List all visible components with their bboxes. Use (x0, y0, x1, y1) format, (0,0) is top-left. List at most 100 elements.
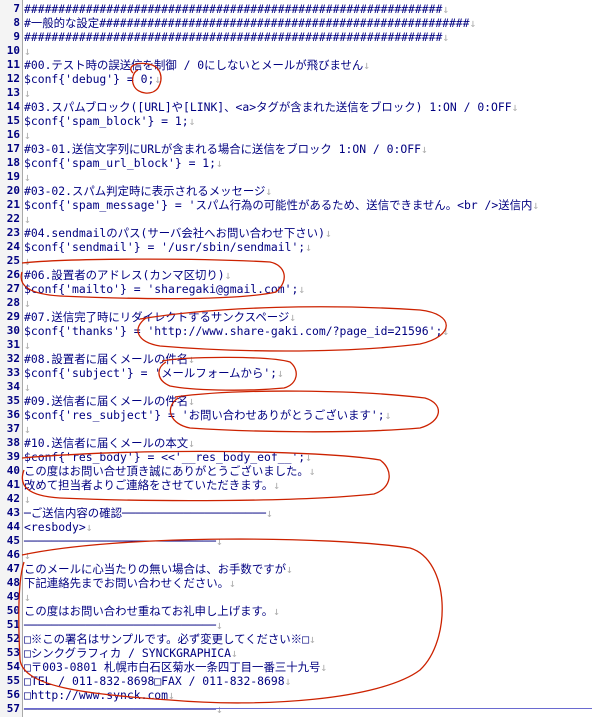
line-text: #一般的な設定#################################… (24, 16, 476, 30)
code-line[interactable]: 7 #######################################… (0, 2, 592, 16)
line-number: 19 (6, 170, 20, 183)
code-line[interactable]: 45 ────────────────────────────↓ (0, 534, 592, 548)
line-text: <resbody>↓ (24, 520, 93, 534)
code-line[interactable]: 32 #08.設置者に届くメールの件名↓ (0, 352, 592, 366)
code-line[interactable]: 31 ↓ (0, 338, 592, 352)
end-of-line-icon: ↓ (168, 688, 175, 702)
code-line[interactable]: 41 改めて担当者よりご連絡をさせていただきます。↓ (0, 478, 592, 492)
end-of-line-icon: ↓ (224, 268, 232, 282)
code-line[interactable]: 30 $conf{'thanks'} = 'http://www.share-ga… (0, 324, 592, 338)
code-line[interactable]: 39 $conf{'res_body'} = <<'__res_body_eof_… (0, 450, 592, 464)
line-number: 20 (6, 184, 20, 197)
line-number: 12 (6, 72, 20, 85)
code-line[interactable]: 26 #06.設置者のアドレス(カンマ区切り)↓ (0, 268, 592, 282)
code-line[interactable]: 9 #######################################… (0, 30, 592, 44)
code-line[interactable]: 29 #07.送信完了時にリダイレクトするサンクスページ↓ (0, 310, 592, 324)
line-number: 55 (6, 674, 20, 687)
code-line[interactable]: 46 ↓ (0, 548, 592, 562)
code-line[interactable]: 52 □※この署名はサンプルです。必ず変更してください※□↓ (0, 632, 592, 646)
code-line[interactable]: 38 #10.送信者に届くメールの本文↓ (0, 436, 592, 450)
code-line[interactable]: 21 $conf{'spam_message'} = 'スパム行為の可能性があるた… (0, 198, 592, 212)
code-line[interactable]: 24 $conf{'sendmail'} = '/usr/sbin/sendmai… (0, 240, 592, 254)
line-content: #07.送信完了時にリダイレクトするサンクスページ (24, 310, 290, 324)
code-line[interactable]: 19 ↓ (0, 170, 592, 184)
code-line[interactable]: 23 #04.sendmailのパス(サーバ会社へお問い合わせ下さい)↓ (0, 226, 592, 240)
line-content: ──────────────────────────── (24, 618, 217, 632)
code-line[interactable]: 49 ↓ (0, 590, 592, 604)
code-line[interactable]: 36 $conf{'res_subject'} = 'お問い合わせありがとうござい… (0, 408, 592, 422)
code-line[interactable]: 14 #03.スパムブロック([URL]や[LINK]、<a>タグが含まれた送信を… (0, 100, 592, 114)
code-line[interactable]: 12 $conf{'debug'} = 0;↓ (0, 72, 592, 86)
end-of-line-icon: ↓ (24, 338, 31, 352)
end-of-line-icon: ↓ (273, 604, 280, 618)
code-line[interactable]: 57 ────────────────────────────↓ (0, 702, 592, 716)
code-line[interactable]: 54 □〒003-0801 札幌市白石区菊水一条四丁目一番三十九号↓ (0, 660, 592, 674)
line-content: □※この署名はサンプルです。必ず変更してください※□ (24, 632, 309, 646)
line-content: #00.テスト時の誤送信を制御 / 0にしないとメールが飛びません (24, 58, 364, 72)
line-number: 34 (6, 380, 20, 393)
code-line[interactable]: 17 #03-01.送信文字列にURLが含まれる場合に送信をブロック 1:ON /… (0, 142, 592, 156)
line-text: ########################################… (24, 2, 449, 16)
end-of-line-icon: ↓ (442, 30, 450, 44)
code-line[interactable]: 55 □TEL / 011-832-8698□FAX / 011-832-8698… (0, 674, 592, 688)
end-of-line-icon: ↓ (532, 198, 540, 212)
line-number: 28 (6, 296, 20, 309)
code-line[interactable]: 40 この度はお問い合せ頂き誠にありがとうございました。↓ (0, 464, 592, 478)
end-of-line-icon: ↓ (24, 422, 31, 436)
text-editor[interactable]: 7 #######################################… (0, 0, 592, 717)
line-content: #一般的な設定#################################… (24, 16, 470, 30)
code-line[interactable]: 11 #00.テスト時の誤送信を制御 / 0にしないとメールが飛びません↓ (0, 58, 592, 72)
code-line[interactable]: 35 #09.送信者に届くメールの件名↓ (0, 394, 592, 408)
code-line[interactable]: 37 ↓ (0, 422, 592, 436)
code-line[interactable]: 27 $conf{'mailto'} = 'sharegaki@gmail.com… (0, 282, 592, 296)
line-text: #10.送信者に届くメールの本文↓ (24, 436, 195, 450)
end-of-line-icon: ↓ (305, 240, 313, 254)
code-line[interactable]: 33 $conf{'subject'} = 'メールフォームから';↓ (0, 366, 592, 380)
line-text: #03-01.送信文字列にURLが含まれる場合に送信をブロック 1:ON / 0… (24, 142, 428, 156)
code-line[interactable]: 44 <resbody>↓ (0, 520, 592, 534)
code-line[interactable]: 48 下記連絡先までお問い合わせください。↓ (0, 576, 592, 590)
line-content: $conf{'sendmail'} = '/usr/sbin/sendmail'… (24, 240, 306, 254)
line-text: $conf{'thanks'} = 'http://www.share-gaki… (24, 324, 449, 338)
code-line[interactable]: 18 $conf{'spam_url_block'} = 1;↓ (0, 156, 592, 170)
line-text: ↓ (24, 338, 31, 352)
code-line[interactable]: 10 ↓ (0, 44, 592, 58)
code-line[interactable]: 51 ────────────────────────────↓ (0, 618, 592, 632)
line-number: 57 (6, 702, 20, 715)
line-number: 11 (6, 58, 20, 71)
code-line[interactable]: 28 ↓ (0, 296, 592, 310)
line-text: #03-02.スパム判定時に表示されるメッセージ↓ (24, 184, 272, 198)
line-content: ──────────────────────────── (24, 702, 217, 716)
end-of-line-icon: ↓ (231, 646, 238, 660)
end-of-line-icon: ↓ (188, 436, 195, 450)
line-text: #09.送信者に届くメールの件名↓ (24, 394, 195, 408)
line-content: $conf{'spam_url_block'} = 1; (24, 156, 217, 170)
line-content: このメールに心当たりの無い場合は、お手数ですが (24, 562, 286, 576)
code-line[interactable]: 8 #一般的な設定################################… (0, 16, 592, 30)
end-of-line-icon: ↓ (273, 478, 281, 492)
code-line[interactable]: 15 $conf{'spam_block'} = 1;↓ (0, 114, 592, 128)
line-content: □〒003-0801 札幌市白石区菊水一条四丁目一番三十九号 (24, 660, 321, 674)
line-number: 31 (6, 338, 20, 351)
code-line[interactable]: 25 ↓ (0, 254, 592, 268)
code-line[interactable]: 34 ↓ (0, 380, 592, 394)
code-line[interactable]: 50 この度はお問い合わせ重ねてお礼申し上げます。↓ (0, 604, 592, 618)
code-line[interactable]: 20 #03-02.スパム判定時に表示されるメッセージ↓ (0, 184, 592, 198)
code-line[interactable]: 47 このメールに心当たりの無い場合は、お手数ですが↓ (0, 562, 592, 576)
code-line[interactable]: 56 □http://www.synck.com↓ (0, 688, 592, 702)
code-line[interactable]: 16 ↓ (0, 128, 592, 142)
code-line[interactable]: 53 □シンクグラフィカ / SYNCKGRAPHICA↓ (0, 646, 592, 660)
line-text: ↓ (24, 296, 31, 310)
line-content: ──────────────────────────── (24, 534, 217, 548)
end-of-line-icon: ↓ (289, 310, 297, 324)
code-line[interactable]: 13 ↓ (0, 86, 592, 100)
code-line[interactable]: 43 ─ご送信内容の確認─────────────────────↓ (0, 506, 592, 520)
code-line[interactable]: 22 ↓ (0, 212, 592, 226)
line-content: ########################################… (24, 2, 443, 16)
end-of-line-icon: ↓ (24, 492, 31, 506)
line-content: #03-02.スパム判定時に表示されるメッセージ (24, 184, 266, 198)
line-number: 52 (6, 632, 20, 645)
end-of-line-icon: ↓ (320, 660, 328, 674)
code-line[interactable]: 42 ↓ (0, 492, 592, 506)
line-content: #03-01.送信文字列にURLが含まれる場合に送信をブロック 1:ON / 0… (24, 142, 421, 156)
